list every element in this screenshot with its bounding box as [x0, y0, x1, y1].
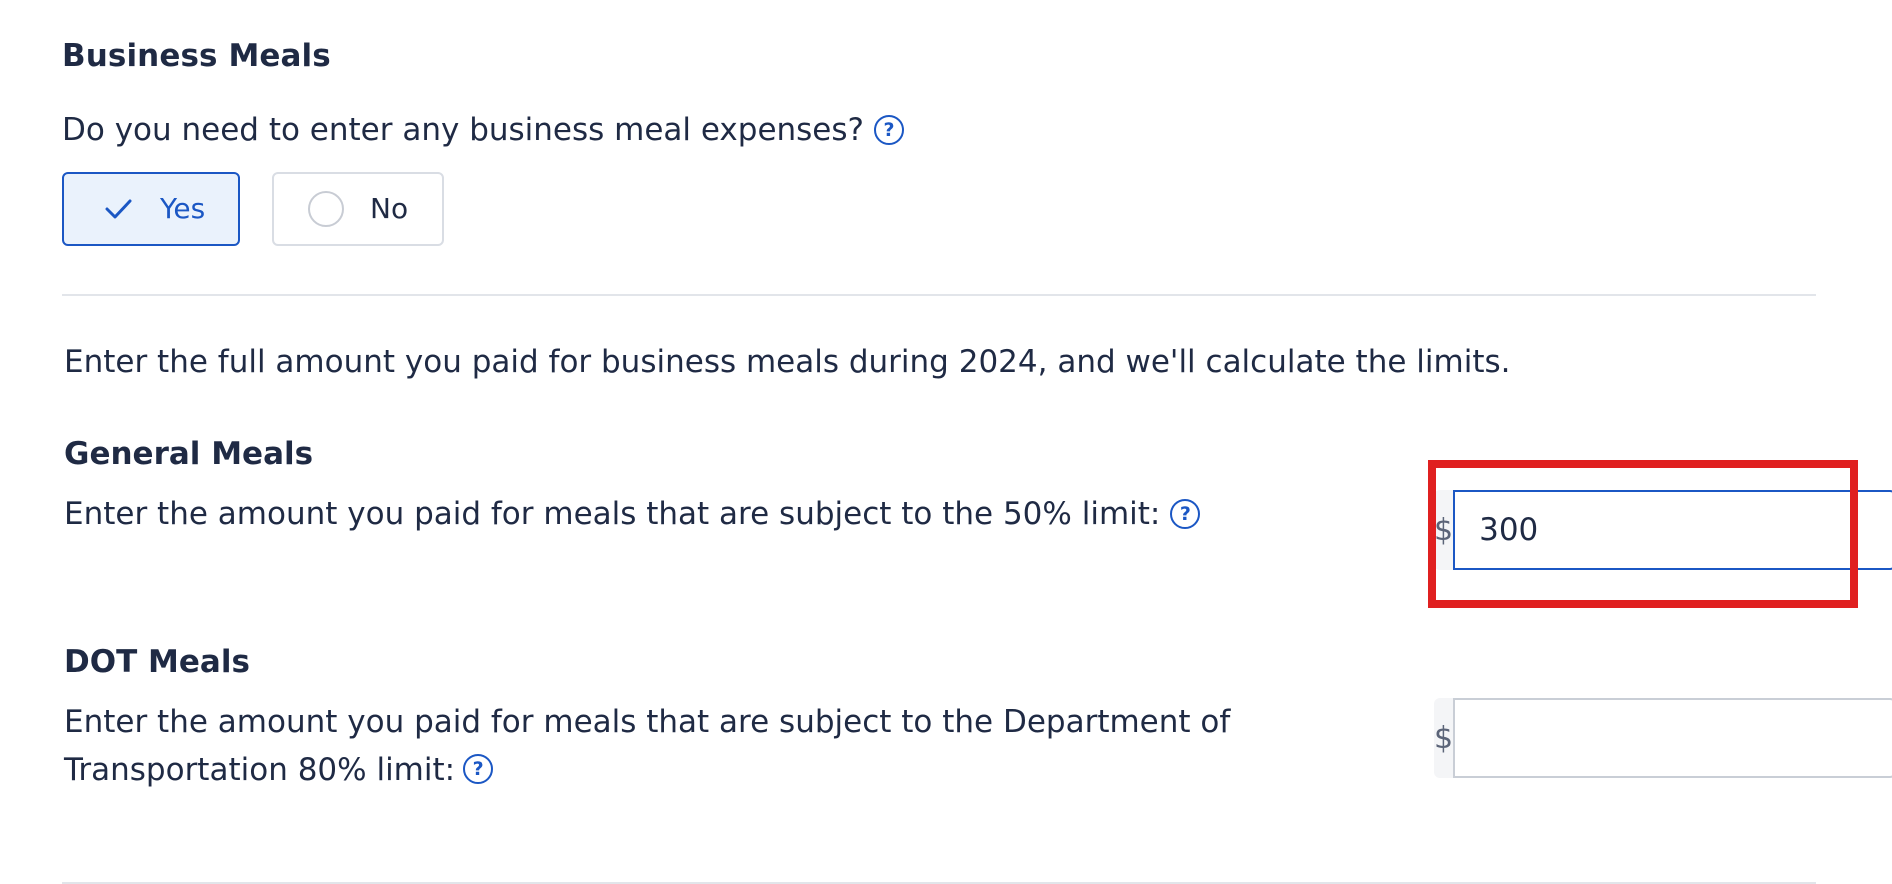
section-title: Business Meals: [62, 38, 331, 74]
no-option-button[interactable]: No: [272, 172, 444, 246]
question-circle-icon[interactable]: ?: [463, 753, 494, 784]
section-divider: [62, 294, 1816, 296]
question-circle-icon[interactable]: ?: [874, 115, 904, 145]
dot-meals-amount-input[interactable]: [1453, 698, 1892, 778]
dot-meals-title: DOT Meals: [64, 644, 250, 680]
dot-meals-description-text: Enter the amount you paid for meals that…: [64, 704, 1231, 788]
dollar-prefix: $: [1434, 698, 1454, 778]
yes-label: Yes: [160, 192, 206, 225]
general-meals-description-text: Enter the amount you paid for meals that…: [64, 496, 1161, 532]
no-label: No: [370, 192, 409, 225]
dot-meals-amount-field: $: [1434, 698, 1892, 778]
general-meals-title: General Meals: [64, 436, 314, 472]
dot-meals-description: Enter the amount you paid for meals that…: [64, 698, 1384, 794]
question-text: Do you need to enter any business meal e…: [62, 112, 864, 148]
instructions-text: Enter the full amount you paid for busin…: [64, 344, 1511, 380]
radio-empty-icon: [308, 191, 344, 227]
question-circle-icon[interactable]: ?: [1170, 499, 1201, 529]
highlight-annotation-box: [1428, 460, 1858, 608]
yes-option-button[interactable]: Yes: [62, 172, 240, 246]
general-meals-description: Enter the amount you paid for meals that…: [64, 490, 1201, 538]
checkmark-icon: [102, 193, 134, 225]
business-meal-question: Do you need to enter any business meal e…: [62, 110, 904, 150]
